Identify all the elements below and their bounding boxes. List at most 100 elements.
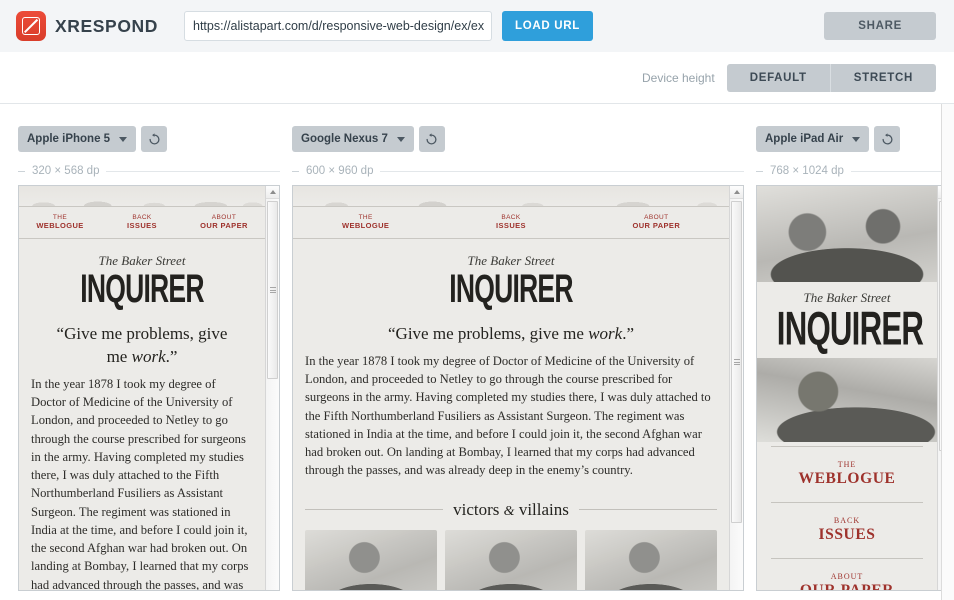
chevron-down-icon xyxy=(396,136,405,142)
site-nav-item[interactable]: THE WEBLOGUE xyxy=(293,206,439,239)
brand-name: XRESPOND xyxy=(55,15,159,36)
nav-item-top: BACK xyxy=(833,516,861,525)
pull-quote-text: “Give me problems, give me xyxy=(388,324,589,343)
scrollbar-thumb[interactable] xyxy=(267,201,278,379)
nav-item-bottom: WEBLOGUE xyxy=(341,221,390,230)
nav-item-bottom: WEBLOGUE xyxy=(798,470,896,487)
site-nav-item[interactable]: THE WEBLOGUE xyxy=(19,206,101,239)
rendered-site: The Baker Street INQUIRER THE WEBLOGUE B… xyxy=(757,186,937,590)
scroll-up-arrow-icon[interactable] xyxy=(266,186,279,199)
article-body: In the year 1878 I took my degree of Doc… xyxy=(31,376,249,590)
dim-rule xyxy=(106,170,280,172)
rotate-icon xyxy=(426,132,437,145)
device-scrollbar-nexus7[interactable] xyxy=(729,186,743,590)
scrollbar-thumb[interactable] xyxy=(731,201,742,523)
device-viewport-nexus7[interactable]: THE WEBLOGUE BACK ISSUES ABOUT OUR PAPER xyxy=(292,185,744,591)
nav-item-bottom: OUR PAPER xyxy=(200,221,248,230)
site-nav: THE WEBLOGUE BACK ISSUES ABOUT OUR PAPER xyxy=(757,442,937,590)
site-nav-item[interactable]: THE WEBLOGUE xyxy=(771,446,923,503)
pull-quote-emphasis: work xyxy=(131,346,166,366)
share-button[interactable]: SHARE xyxy=(824,12,936,40)
device-select-nexus7[interactable]: Google Nexus 7 xyxy=(292,126,414,152)
device-panel-ipadair: Apple iPad Air 768 × 1024 dp The Baker S… xyxy=(756,126,952,591)
masthead-title: INQUIRER xyxy=(80,266,204,312)
ampersand-glyph: & xyxy=(503,503,515,519)
page-scrollbar[interactable] xyxy=(941,104,954,600)
device-dimensions-row: 320 × 568 dp xyxy=(18,165,280,177)
nav-item-top: ABOUT xyxy=(644,214,669,221)
device-page-iphone5: THE WEBLOGUE BACK ISSUES ABOUT OUR PAPER xyxy=(19,186,265,590)
device-select-ipadair[interactable]: Apple iPad Air xyxy=(756,126,870,152)
dim-dash xyxy=(756,170,763,172)
site-masthead: The Baker Street INQUIRER xyxy=(19,239,265,313)
section-header: victors & villains xyxy=(293,490,729,526)
device-workspace: Apple iPhone 5 320 × 568 dp THE WEBLOGUE… xyxy=(0,104,954,600)
device-scrollbar-iphone5[interactable] xyxy=(265,186,279,590)
illustration-seated-figure[interactable] xyxy=(757,358,937,442)
rotate-button-iphone5[interactable] xyxy=(141,126,168,152)
device-header: Google Nexus 7 xyxy=(292,126,744,152)
load-url-button[interactable]: LOAD URL xyxy=(502,11,594,41)
site-masthead: The Baker Street INQUIRER xyxy=(757,282,937,358)
brand: XRESPOND xyxy=(16,11,184,41)
paper-torn-edge xyxy=(293,186,729,206)
scroll-up-arrow-icon[interactable] xyxy=(730,186,743,199)
dim-rule xyxy=(850,170,952,172)
chevron-down-icon xyxy=(852,136,861,142)
chevron-down-icon xyxy=(119,136,128,142)
site-nav-item[interactable]: BACK ISSUES xyxy=(438,206,584,239)
nav-item-bottom: OUR PAPER xyxy=(632,221,681,230)
site-nav-item[interactable]: ABOUT OUR PAPER xyxy=(583,206,729,239)
masthead-title: INQUIRER xyxy=(449,266,573,312)
site-nav: THE WEBLOGUE BACK ISSUES ABOUT OUR PAPER xyxy=(19,206,265,239)
dim-rule xyxy=(380,170,744,172)
scrollbar-grip xyxy=(733,358,740,367)
device-dimensions-iphone5: 320 × 568 dp xyxy=(32,165,100,177)
rotate-button-ipadair[interactable] xyxy=(874,126,901,152)
pull-quote-line2a: me xyxy=(106,346,132,366)
section-rule-left xyxy=(305,509,444,511)
app-toolbar: XRESPOND https://alistapart.com/d/respon… xyxy=(0,0,954,52)
device-dimensions-row: 768 × 1024 dp xyxy=(756,165,952,177)
nav-item-top: ABOUT xyxy=(830,572,864,581)
portrait-illustration-professor[interactable] xyxy=(585,529,717,590)
device-viewport-iphone5[interactable]: THE WEBLOGUE BACK ISSUES ABOUT OUR PAPER xyxy=(18,185,280,591)
url-input[interactable]: https://alistapart.com/d/responsive-web-… xyxy=(184,11,492,41)
site-nav: THE WEBLOGUE BACK ISSUES ABOUT OUR PAPER xyxy=(293,206,729,239)
device-height-stretch-button[interactable]: STRETCH xyxy=(829,63,936,92)
device-select-label: Google Nexus 7 xyxy=(301,133,388,145)
nav-item-bottom: OUR PAPER xyxy=(771,582,923,590)
nav-item-bottom: WEBLOGUE xyxy=(36,221,84,230)
section-rule-right xyxy=(578,509,718,511)
portrait-illustration-seated-man[interactable] xyxy=(445,529,577,590)
section-title: victors & villains xyxy=(453,499,569,519)
device-select-label: Apple iPad Air xyxy=(765,133,844,145)
device-header: Apple iPhone 5 xyxy=(18,126,280,152)
rendered-site: THE WEBLOGUE BACK ISSUES ABOUT OUR PAPER xyxy=(293,186,729,590)
device-select-iphone5[interactable]: Apple iPhone 5 xyxy=(18,126,137,152)
illustration-two-men-talking[interactable] xyxy=(757,186,937,282)
site-nav-item[interactable]: ABOUT OUR PAPER xyxy=(771,559,923,590)
device-height-toggle: DEFAULT STRETCH xyxy=(726,63,936,92)
device-viewport-ipadair[interactable]: The Baker Street INQUIRER THE WEBLOGUE B… xyxy=(756,185,952,591)
pull-quote-tail: .” xyxy=(622,324,634,343)
site-nav-item[interactable]: BACK ISSUES xyxy=(771,503,923,559)
device-header: Apple iPad Air xyxy=(756,126,952,152)
rendered-site: THE WEBLOGUE BACK ISSUES ABOUT OUR PAPER xyxy=(19,186,265,590)
paper-torn-edge xyxy=(19,186,265,206)
device-dimensions-row: 600 × 960 dp xyxy=(292,165,744,177)
rotate-button-nexus7[interactable] xyxy=(418,126,445,152)
dim-dash xyxy=(18,170,25,172)
site-nav-item[interactable]: ABOUT OUR PAPER xyxy=(183,206,265,239)
rotate-icon xyxy=(882,132,893,145)
nav-item-top: THE xyxy=(52,214,68,221)
portrait-illustration-detective[interactable] xyxy=(305,529,437,590)
nav-item-top: BACK xyxy=(501,214,521,221)
device-frames: Apple iPhone 5 320 × 568 dp THE WEBLOGUE… xyxy=(0,104,954,591)
device-select-label: Apple iPhone 5 xyxy=(27,133,111,145)
device-page-nexus7: THE WEBLOGUE BACK ISSUES ABOUT OUR PAPER xyxy=(293,186,729,590)
article-body: In the year 1878 I took my degree of Doc… xyxy=(305,353,711,478)
site-nav-item[interactable]: BACK ISSUES xyxy=(101,206,183,239)
device-height-default-button[interactable]: DEFAULT xyxy=(726,63,830,92)
nav-item-top: THE xyxy=(837,460,857,469)
